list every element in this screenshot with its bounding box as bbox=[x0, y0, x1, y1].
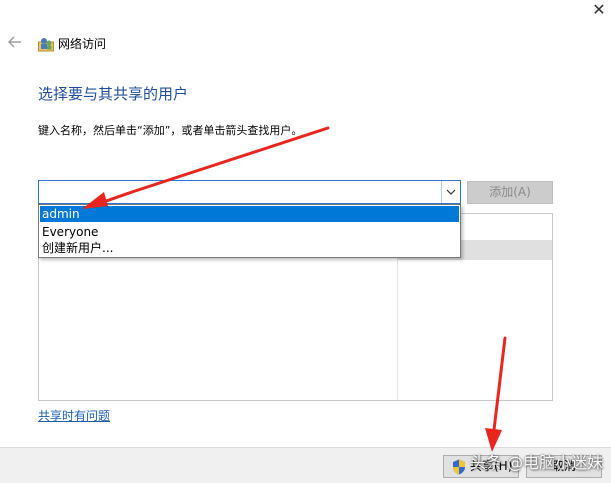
dropdown-button[interactable] bbox=[441, 181, 460, 203]
instructions-text: 键入名称，然后单击“添加”，或者单击箭头查找用户。 bbox=[38, 124, 303, 137]
window-title: 网络访问 bbox=[58, 37, 107, 51]
dropdown-option-admin[interactable]: admin bbox=[40, 206, 459, 222]
user-name-combobox[interactable] bbox=[38, 180, 461, 204]
dropdown-option-everyone[interactable]: Everyone bbox=[40, 224, 459, 240]
user-dropdown-list[interactable]: admin Everyone 创建新用户... bbox=[38, 204, 461, 258]
network-users-icon bbox=[38, 36, 54, 52]
add-button[interactable]: 添加(A) bbox=[467, 181, 553, 204]
chevron-down-icon bbox=[446, 189, 456, 195]
sharing-help-link[interactable]: 共享时有问题 bbox=[38, 408, 110, 424]
uac-shield-icon bbox=[453, 459, 465, 475]
watermark: 头条 @电脑小迷妹 bbox=[470, 453, 604, 472]
close-button[interactable]: ✕ bbox=[588, 0, 610, 22]
back-arrow-icon[interactable] bbox=[6, 33, 24, 51]
dropdown-option-create-user[interactable]: 创建新用户... bbox=[40, 240, 459, 256]
page-title: 选择要与其共享的用户 bbox=[38, 85, 189, 103]
